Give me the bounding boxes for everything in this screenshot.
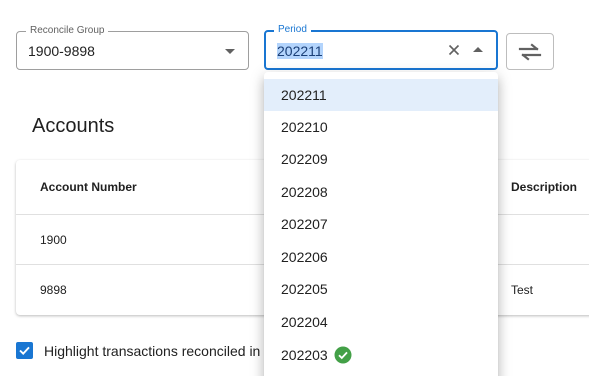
highlight-checkbox[interactable]	[16, 342, 33, 359]
reconcile-group-select[interactable]: Reconcile Group 1900-9898	[16, 25, 249, 70]
dropdown-arrow-up-icon[interactable]	[473, 47, 483, 52]
accounts-heading: Accounts	[32, 115, 115, 137]
checkmark-icon	[19, 346, 30, 355]
period-input[interactable]: 202211	[277, 42, 323, 60]
column-header-account-number[interactable]: Account Number	[40, 180, 137, 194]
clear-icon[interactable]	[446, 42, 462, 58]
account-number-cell: 9898	[40, 283, 67, 297]
period-option-label: 202203	[281, 347, 328, 363]
period-option[interactable]: 202203	[264, 339, 498, 371]
period-option-label: 202206	[281, 249, 328, 265]
period-option-label: 202208	[281, 184, 328, 200]
swap-arrows-icon	[518, 42, 542, 61]
reconcile-group-label: Reconcile Group	[26, 25, 109, 37]
swap-button[interactable]	[506, 33, 554, 70]
account-number-cell: 1900	[40, 233, 67, 247]
period-option-label: 202211	[281, 87, 327, 103]
period-option[interactable]: 202205	[264, 273, 498, 305]
period-option[interactable]: 202206	[264, 241, 498, 273]
period-option-label: 202205	[281, 281, 328, 297]
period-option-label: 202210	[281, 119, 328, 135]
period-option-label: 202207	[281, 216, 328, 232]
column-header-description[interactable]: Description	[511, 180, 577, 194]
description-cell: Test	[511, 283, 534, 297]
period-option[interactable]: 202208	[264, 176, 498, 208]
period-options-menu: 202211 202210 202209 202208 202207 20220…	[264, 72, 498, 376]
period-option-label: 202209	[281, 151, 328, 167]
dropdown-arrow-icon[interactable]	[225, 49, 235, 54]
period-option[interactable]: 202210	[264, 111, 498, 143]
period-autocomplete[interactable]: Period 202211	[264, 24, 498, 70]
period-input-value: 202211	[277, 43, 323, 59]
reconcile-group-value: 1900-9898	[28, 43, 95, 59]
period-option[interactable]: 202204	[264, 306, 498, 338]
check-circle-icon	[334, 346, 352, 364]
highlight-checkbox-label[interactable]: Highlight transactions reconciled in s	[44, 343, 271, 359]
period-option[interactable]: 202207	[264, 208, 498, 240]
period-option[interactable]: 202211	[264, 79, 498, 111]
period-option[interactable]: 202209	[264, 143, 498, 175]
period-label: Period	[274, 24, 311, 36]
period-option-label: 202204	[281, 314, 328, 330]
